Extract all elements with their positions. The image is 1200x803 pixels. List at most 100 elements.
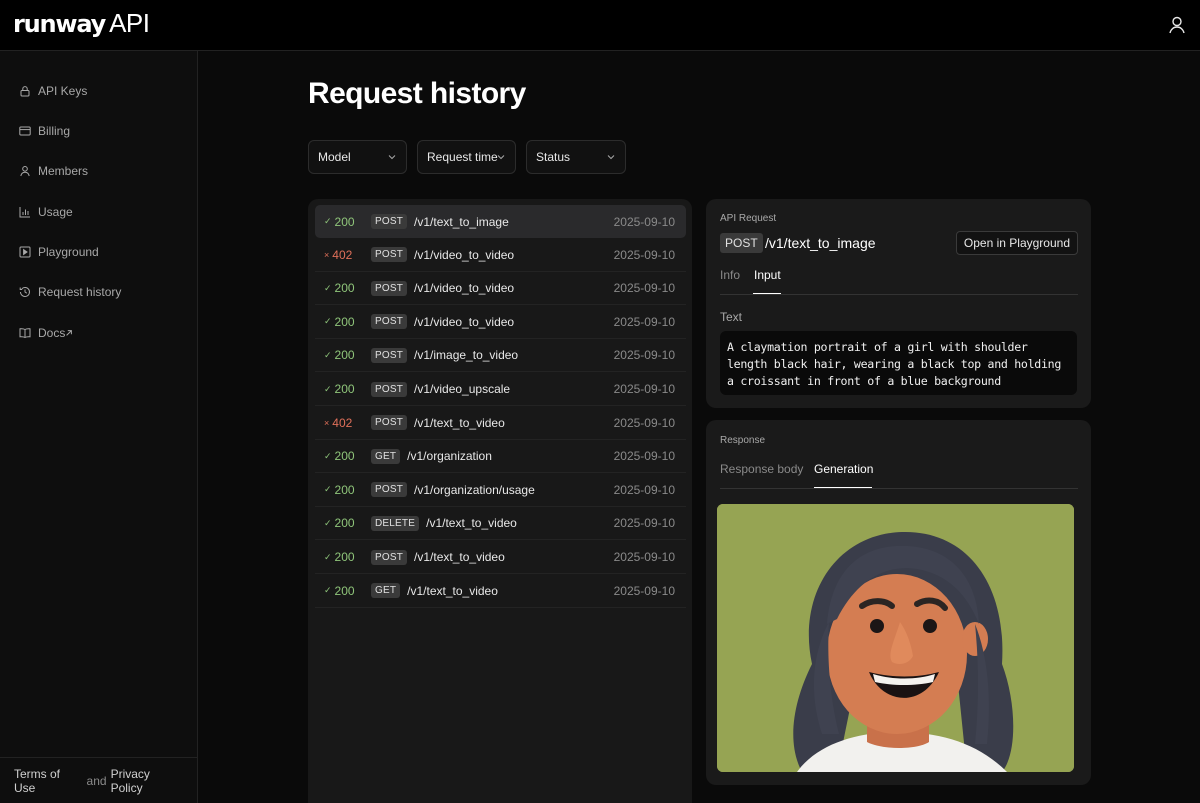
status-code: ✓ 200 <box>315 315 363 329</box>
status-code: ✓ 200 <box>315 449 363 463</box>
runway-api-logo[interactable]: runway API <box>13 8 150 40</box>
request-row[interactable]: ✓ 200 POST/v1/text_to_image 2025-09-10 <box>315 205 686 238</box>
tab-divider <box>720 294 1078 295</box>
privacy-policy-link[interactable]: Privacy Policy <box>111 767 183 795</box>
filter-label: Model <box>318 150 351 164</box>
terms-of-use-link[interactable]: Terms of Use <box>14 767 83 795</box>
book-icon <box>19 328 31 339</box>
endpoint-path: /v1/video_to_video <box>414 281 515 296</box>
sidebar-item-label: Billing <box>38 124 71 138</box>
status-code-value: 200 <box>334 382 355 396</box>
sidebar-item-label: Usage <box>38 205 73 219</box>
check-icon: ✓ <box>324 216 332 226</box>
sidebar-item-request-history[interactable]: Request history <box>19 282 121 302</box>
check-icon: ✓ <box>324 517 332 528</box>
endpoint-path: /v1/organization <box>407 449 492 464</box>
endpoint-path: /v1/video_upscale <box>414 382 511 396</box>
request-date: 2025-09-10 <box>613 449 675 464</box>
request-date: 2025-09-10 <box>613 214 675 229</box>
request-row[interactable]: × 402 POST/v1/video_to_video 2025-09-10 <box>315 239 686 272</box>
request-path: /v1/text_to_image <box>765 235 876 251</box>
tab-input[interactable]: Input <box>754 268 781 282</box>
status-code: ✓ 200 <box>315 281 363 295</box>
tab-generation[interactable]: Generation <box>814 462 873 476</box>
footer-conjunction: and <box>86 773 107 788</box>
sidebar-footer: Terms of Use and Privacy Policy <box>0 757 197 803</box>
tab-response-body[interactable]: Response body <box>720 462 803 476</box>
sidebar-item-playground[interactable]: Playground <box>19 242 99 262</box>
endpoint-path: /v1/text_to_image <box>414 214 509 229</box>
endpoint-path: /v1/text_to_video <box>426 516 517 531</box>
request-time-filter[interactable]: Request time <box>417 140 516 174</box>
sidebar-item-label: Playground <box>38 245 99 259</box>
user-icon <box>20 166 30 177</box>
request-row[interactable]: ✓ 200 GET/v1/text_to_video 2025-09-10 <box>315 575 686 608</box>
check-icon: ✓ <box>324 551 332 562</box>
sidebar-item-usage[interactable]: Usage <box>19 202 73 222</box>
api-request-label: API Request <box>720 213 777 224</box>
status-code-value: 200 <box>334 348 355 363</box>
history-icon <box>19 286 30 297</box>
method-badge: POST <box>371 347 408 363</box>
endpoint-path: /v1/text_to_video <box>407 583 498 598</box>
request-date: 2025-09-10 <box>613 348 675 363</box>
status-code: ✓ 200 <box>315 550 363 564</box>
account-button[interactable] <box>1166 14 1188 36</box>
status-code-value: 200 <box>334 314 355 329</box>
request-date: 2025-09-10 <box>613 247 675 262</box>
filter-label: Status <box>536 150 571 164</box>
tab-info[interactable]: Info <box>720 268 740 282</box>
sidebar-item-members[interactable]: Members <box>19 161 88 181</box>
external-link-icon <box>66 330 73 336</box>
open-in-playground-button[interactable]: Open in Playground <box>955 231 1078 255</box>
status-code: ✓ 200 <box>315 348 363 362</box>
method-badge: POST <box>371 381 408 397</box>
endpoint-path: /v1/text_to_video <box>414 550 505 564</box>
status-code-value: 200 <box>334 449 355 464</box>
sidebar-item-docs[interactable]: Docs <box>19 323 73 343</box>
status-code-value: 200 <box>334 214 355 229</box>
request-date: 2025-09-10 <box>613 550 675 564</box>
status-code-value: 402 <box>332 415 353 430</box>
response-card: Response Response body Generation <box>706 420 1091 785</box>
response-label: Response <box>720 435 766 446</box>
model-filter[interactable]: Model <box>308 140 407 174</box>
endpoint-path: /v1/text_to_video <box>414 415 505 430</box>
status-code-value: 200 <box>334 583 355 598</box>
request-row[interactable]: ✓ 200 DELETE/v1/text_to_video 2025-09-10 <box>315 507 686 541</box>
request-row[interactable]: ✓ 200 POST/v1/video_upscale 2025-09-10 <box>315 373 686 406</box>
status-code-value: 200 <box>334 516 355 531</box>
sidebar-item-label: Members <box>38 164 89 178</box>
request-row[interactable]: ✓ 200 POST/v1/video_to_video 2025-09-10 <box>315 272 686 306</box>
request-row[interactable]: ✓ 200 POST/v1/text_to_video 2025-09-10 <box>315 541 686 574</box>
status-code-value: 402 <box>332 247 353 262</box>
chevron-down-icon <box>607 155 615 160</box>
check-icon: ✓ <box>324 484 332 495</box>
text-field-label: Text <box>720 310 743 324</box>
tab-divider <box>720 488 1078 489</box>
chevron-down-icon <box>497 155 505 160</box>
request-row[interactable]: × 402 POST/v1/text_to_video 2025-09-10 <box>315 407 686 440</box>
request-row[interactable]: ✓ 200 POST/v1/image_to_video 2025-09-10 <box>315 339 686 373</box>
sidebar-item-label: Request history <box>38 285 122 299</box>
request-row[interactable]: ✓ 200 POST/v1/video_to_video 2025-09-10 <box>315 306 686 339</box>
x-icon: × <box>324 417 330 428</box>
check-icon: ✓ <box>324 450 332 461</box>
sidebar-item-api-keys[interactable]: API Keys <box>19 81 87 101</box>
status-code: ✓ 200 <box>315 584 363 598</box>
endpoint-path: /v1/video_to_video <box>414 314 515 329</box>
status-filter[interactable]: Status <box>526 140 626 174</box>
endpoint-path: /v1/video_to_video <box>414 247 515 262</box>
method-badge: POST <box>371 247 408 263</box>
prompt-text: A claymation portrait of a girl with sho… <box>720 331 1077 395</box>
top-bar: runway API <box>0 0 1200 51</box>
lock-icon <box>20 86 30 97</box>
request-row[interactable]: ✓ 200 POST/v1/organization/usage 2025-09-10 <box>315 474 686 507</box>
request-date: 2025-09-10 <box>613 314 675 329</box>
status-code: ✓ 200 <box>315 516 363 530</box>
status-code: × 402 <box>315 248 363 262</box>
sidebar-item-billing[interactable]: Billing <box>19 121 70 141</box>
filter-label: Request time <box>427 150 498 164</box>
request-date: 2025-09-10 <box>613 281 675 296</box>
request-row[interactable]: ✓ 200 GET/v1/organization 2025-09-10 <box>315 440 686 474</box>
